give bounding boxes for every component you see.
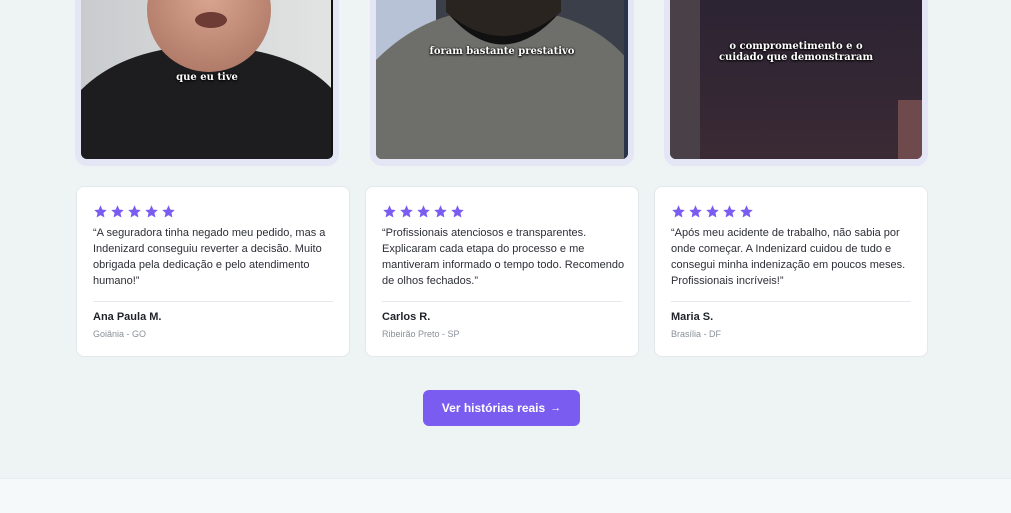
star-icon bbox=[451, 205, 464, 218]
star-icon bbox=[689, 205, 702, 218]
video-card[interactable]: foram bastante prestativo bbox=[370, 0, 634, 166]
star-icon bbox=[145, 205, 158, 218]
next-section bbox=[0, 478, 1011, 513]
testimonial-quote: “Após meu acidente de trabalho, não sabi… bbox=[671, 227, 906, 287]
testimonial-card: “Após meu acidente de trabalho, não sabi… bbox=[654, 186, 928, 357]
video-frame-image bbox=[670, 0, 922, 159]
video-caption: que eu tive bbox=[176, 72, 238, 83]
testimonial-location: Goiânia - GO bbox=[93, 329, 147, 339]
video-thumbnail[interactable]: que eu tive bbox=[81, 0, 333, 159]
see-real-stories-button[interactable]: Ver histórias reais → bbox=[423, 390, 580, 426]
divider bbox=[382, 301, 622, 302]
star-rating bbox=[382, 204, 465, 219]
star-rating bbox=[93, 204, 176, 219]
testimonial-quote: “A seguradora tinha negado meu pedido, m… bbox=[93, 227, 326, 287]
star-icon bbox=[94, 205, 107, 218]
cta-label: Ver histórias reais bbox=[441, 401, 546, 415]
testimonial-author: Ana Paula M. bbox=[93, 311, 162, 323]
video-frame-image bbox=[376, 0, 628, 159]
divider bbox=[93, 301, 333, 302]
star-icon bbox=[162, 205, 175, 218]
star-icon bbox=[417, 205, 430, 218]
testimonial-location: Brasília - DF bbox=[671, 329, 722, 339]
star-icon bbox=[128, 205, 141, 218]
arrow-right-icon: → bbox=[550, 402, 562, 414]
star-icon bbox=[723, 205, 736, 218]
video-card[interactable]: o comprometimento e o cuidado que demons… bbox=[664, 0, 928, 166]
star-icon bbox=[706, 205, 719, 218]
testimonial-author: Maria S. bbox=[671, 311, 714, 323]
video-card[interactable]: que eu tive bbox=[75, 0, 339, 166]
star-icon bbox=[672, 205, 685, 218]
star-rating bbox=[671, 204, 754, 219]
video-caption: o comprometimento e o cuidado que demons… bbox=[718, 41, 874, 63]
star-icon bbox=[740, 205, 753, 218]
video-thumbnail[interactable]: foram bastante prestativo bbox=[376, 0, 628, 159]
testimonial-card: “A seguradora tinha negado meu pedido, m… bbox=[76, 186, 350, 357]
testimonial-author: Carlos R. bbox=[382, 311, 431, 323]
testimonial-quote: “Profissionais atenciosos e transparente… bbox=[382, 227, 625, 287]
video-thumbnail[interactable]: o comprometimento e o cuidado que demons… bbox=[670, 0, 922, 159]
video-caption: foram bastante prestativo bbox=[429, 46, 575, 57]
testimonial-location: Ribeirão Preto - SP bbox=[382, 329, 460, 339]
star-icon bbox=[111, 205, 124, 218]
star-icon bbox=[383, 205, 396, 218]
star-icon bbox=[434, 205, 447, 218]
star-icon bbox=[400, 205, 413, 218]
testimonials-section: que eu tive foram bastante prestativo o … bbox=[0, 0, 1011, 478]
divider bbox=[671, 301, 911, 302]
testimonial-card: “Profissionais atenciosos e transparente… bbox=[365, 186, 639, 357]
